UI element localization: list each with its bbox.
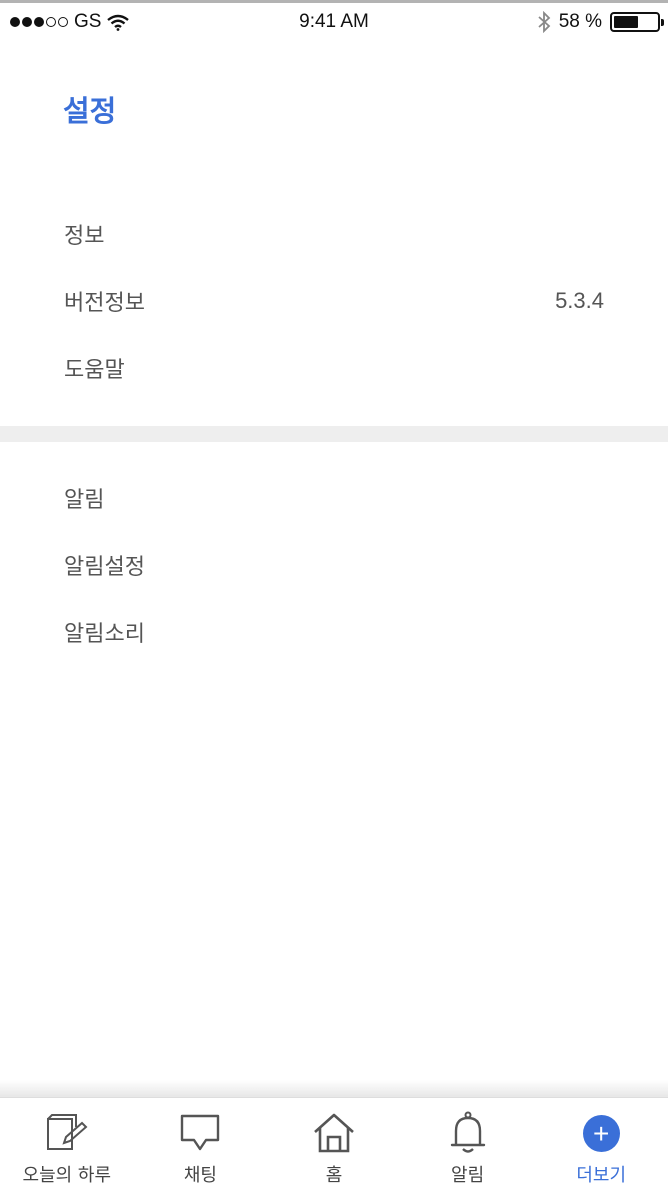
settings-item-notification-settings[interactable]: 알림설정 [0, 531, 668, 598]
notification-section: 알림 알림설정 알림소리 [0, 464, 668, 665]
home-icon [310, 1110, 358, 1156]
diary-edit-icon [43, 1110, 91, 1156]
page-title: 설정 [63, 94, 117, 128]
settings-item-version[interactable]: 버전정보 5.3.4 [0, 267, 668, 334]
info-section: 정보 버전정보 5.3.4 도움말 [0, 200, 668, 401]
tab-chat[interactable]: 채팅 [134, 1098, 268, 1196]
plus-circle-icon: + [577, 1110, 625, 1156]
tab-bar-shadow [0, 1080, 668, 1098]
chat-bubble-icon [176, 1110, 224, 1156]
tab-label: 채팅 [183, 1165, 217, 1186]
settings-item-label: 알림소리 [64, 621, 145, 647]
settings-item-label: 알림설정 [64, 554, 145, 580]
tab-today[interactable]: 오늘의 하루 [0, 1098, 134, 1196]
bell-icon [444, 1110, 492, 1156]
section-divider [0, 426, 668, 442]
settings-item-label: 버전정보 [64, 290, 145, 316]
tab-bar: 오늘의 하루 채팅 홈 알림 + 더보기 [0, 1097, 668, 1196]
status-right: 58 % [537, 11, 664, 33]
settings-item-label: 알림 [64, 487, 105, 513]
version-value: 5.3.4 [555, 287, 604, 313]
tab-home[interactable]: 홈 [267, 1098, 401, 1196]
tab-label: 더보기 [576, 1165, 627, 1186]
bluetooth-icon [538, 11, 550, 33]
settings-item-info[interactable]: 정보 [0, 200, 668, 267]
battery-percent: 58 % [558, 11, 602, 32]
status-bar: GS 9:41 AM 58 % [0, 0, 668, 40]
tab-notification[interactable]: 알림 [401, 1098, 535, 1196]
settings-item-notification[interactable]: 알림 [0, 464, 668, 531]
battery-icon [610, 12, 664, 32]
tab-label: 오늘의 하루 [22, 1165, 112, 1186]
more-plus-symbol: + [582, 1114, 620, 1152]
battery-fill [614, 16, 639, 28]
settings-item-label: 도움말 [64, 357, 125, 383]
tab-more[interactable]: + 더보기 [534, 1098, 668, 1196]
settings-item-help[interactable]: 도움말 [0, 334, 668, 401]
settings-item-notification-sound[interactable]: 알림소리 [0, 598, 668, 665]
tab-label: 홈 [325, 1165, 343, 1186]
tab-label: 알림 [451, 1165, 485, 1186]
settings-item-label: 정보 [64, 223, 105, 249]
